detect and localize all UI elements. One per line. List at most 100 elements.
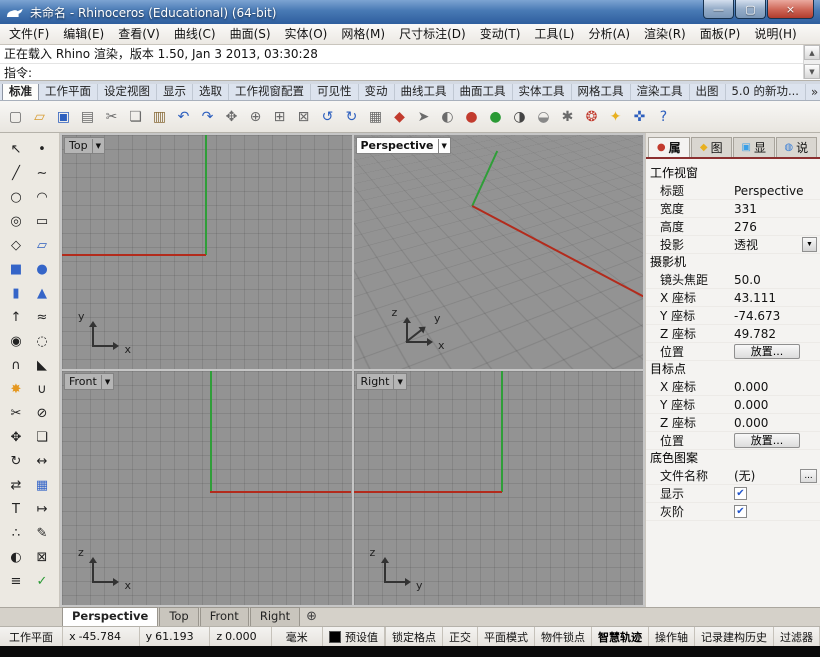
tabbar-overflow-chevron[interactable]: »	[806, 84, 820, 100]
viewport-front-label[interactable]: Front ▼	[64, 373, 114, 390]
panel-tab-display[interactable]: ▣ 显	[733, 137, 775, 157]
viewport-right[interactable]: Right ▼ z y	[354, 371, 644, 605]
viewport-top[interactable]: Top ▼ y x	[62, 135, 352, 369]
toolbar-icon-new-file[interactable]: ▢	[4, 105, 27, 128]
toolbar-icon-print[interactable]: ▤	[76, 105, 99, 128]
scroll-up-icon[interactable]: ▲	[804, 45, 820, 60]
toolbar-icon-layer-color[interactable]: ❂	[580, 105, 603, 128]
panel-tab-properties[interactable]: ● 属	[648, 137, 690, 157]
viewport-right-label[interactable]: Right ▼	[356, 373, 407, 390]
tool-icon-curve[interactable]: ∼	[30, 162, 54, 184]
toolbar-icon-gumball[interactable]: ✜	[628, 105, 651, 128]
toolbar-tab-display[interactable]: 显示	[157, 84, 193, 100]
toolbar-icon-render-preview[interactable]: ●	[484, 105, 507, 128]
tool-icon-rectangle[interactable]: ▭	[30, 210, 54, 232]
tool-icon-polyline[interactable]: ╱	[4, 162, 28, 184]
tool-icon-join[interactable]: ∪	[30, 378, 54, 400]
tool-icon-boolean-difference[interactable]: ◌	[30, 330, 54, 352]
target-place-button[interactable]: 放置...	[734, 433, 800, 448]
menu-item-transform[interactable]: 变动(T)	[473, 25, 528, 44]
tool-icon-mirror[interactable]: ⇄	[4, 474, 28, 496]
command-scrollbar[interactable]: ▲ ▼	[803, 45, 820, 79]
toolbar-icon-render[interactable]: ●	[460, 105, 483, 128]
toolbar-tab-visibility[interactable]: 可见性	[311, 84, 359, 100]
toolbar-icon-pan[interactable]: ✥	[220, 105, 243, 128]
toolbar-tab-curve-tools[interactable]: 曲线工具	[395, 84, 454, 100]
menu-item-edit[interactable]: 编辑(E)	[56, 25, 111, 44]
menu-item-panels[interactable]: 面板(P)	[693, 25, 748, 44]
tool-icon-box[interactable]: ■	[4, 258, 28, 280]
toolbar-tab-drafting[interactable]: 出图	[690, 84, 726, 100]
viewport-tab-top[interactable]: Top	[159, 607, 198, 626]
toolbar-tab-cplanes[interactable]: 工作平面	[39, 84, 98, 100]
tool-icon-chamfer[interactable]: ◣	[30, 354, 54, 376]
toolbar-icon-help[interactable]: ?	[652, 105, 675, 128]
viewport-top-label[interactable]: Top ▼	[64, 137, 105, 154]
tool-icon-boolean-union[interactable]: ◉	[4, 330, 28, 352]
chevron-down-icon[interactable]: ▼	[438, 139, 450, 153]
toolbar-tab-solid-tools[interactable]: 实体工具	[513, 84, 572, 100]
toolbar-icon-zoom-window[interactable]: ⊞	[268, 105, 291, 128]
toolbar-icon-paste[interactable]: ▥	[148, 105, 171, 128]
toolbar-icon-explode[interactable]: ✦	[604, 105, 627, 128]
tool-icon-fillet[interactable]: ∩	[4, 354, 28, 376]
toolbar-icon-cut[interactable]: ✂	[100, 105, 123, 128]
close-button[interactable]: ×	[767, 0, 814, 19]
chevron-down-icon[interactable]: ▼	[393, 375, 405, 389]
menu-item-surface[interactable]: 曲面(S)	[223, 25, 278, 44]
toolbar-icon-open-file[interactable]: ▱	[28, 105, 51, 128]
tool-icon-curve-edit[interactable]: ✎	[30, 522, 54, 544]
statusbar-toggle-osnap[interactable]: 物件锁点	[535, 627, 592, 646]
toolbar-icon-delete[interactable]: ◆	[388, 105, 411, 128]
wallpaper-browse-button[interactable]: ...	[800, 469, 817, 483]
tool-icon-circle[interactable]: ○	[4, 186, 28, 208]
projection-dropdown-button[interactable]: ▼	[802, 237, 817, 252]
statusbar-toggle-gumball[interactable]: 操作轴	[649, 627, 695, 646]
menu-item-help[interactable]: 说明(H)	[747, 25, 803, 44]
minimize-button[interactable]: —	[703, 0, 734, 19]
viewport-front[interactable]: Front ▼ z x	[62, 371, 352, 605]
toolbar-icon-zoom-dynamic[interactable]: ⊕	[244, 105, 267, 128]
tool-icon-visibility[interactable]: ◐	[4, 546, 28, 568]
grayscale-checkbox[interactable]: ✔	[734, 505, 747, 518]
units-button[interactable]: 毫米	[272, 627, 324, 646]
tool-icon-array[interactable]: ▦	[30, 474, 54, 496]
toolbar-tab-transform[interactable]: 变动	[359, 84, 395, 100]
new-viewport-button[interactable]: ⊕	[306, 608, 317, 626]
toolbar-tab-surface-tools[interactable]: 曲面工具	[454, 84, 513, 100]
tool-icon-copy[interactable]: ❏	[30, 426, 54, 448]
tool-icon-ellipse[interactable]: ◎	[4, 210, 28, 232]
viewport-tab-right[interactable]: Right	[250, 607, 300, 626]
tool-icon-arc[interactable]: ◠	[30, 186, 54, 208]
menu-item-render[interactable]: 渲染(R)	[637, 25, 693, 44]
toolbar-icon-shaded-viewport[interactable]: ◑	[508, 105, 531, 128]
toolbar-icon-save[interactable]: ▣	[52, 105, 75, 128]
tool-icon-loft[interactable]: ≈	[30, 306, 54, 328]
toolbar-tab-viewport-layout[interactable]: 工作视窗配置	[229, 84, 311, 100]
toolbar-icon-ghosted-viewport[interactable]: ◒	[532, 105, 555, 128]
tool-icon-select-cursor[interactable]: ↖	[4, 138, 28, 160]
toolbar-tab-new-in-v5[interactable]: 5.0 的新功...	[726, 84, 806, 100]
toolbar-tab-select[interactable]: 选取	[193, 84, 229, 100]
chevron-down-icon[interactable]: ▼	[92, 139, 104, 153]
current-layer-button[interactable]: 预设值	[323, 627, 385, 646]
toolbar-tab-render-tools[interactable]: 渲染工具	[631, 84, 690, 100]
viewport-tab-front[interactable]: Front	[200, 607, 249, 626]
tool-icon-scale[interactable]: ↔	[30, 450, 54, 472]
tool-icon-extrude[interactable]: ↑	[4, 306, 28, 328]
tool-icon-sphere[interactable]: ●	[30, 258, 54, 280]
viewport-tab-perspective[interactable]: Perspective	[62, 607, 158, 626]
statusbar-toggle-record-history[interactable]: 记录建构历史	[695, 627, 774, 646]
toolbar-icon-undo[interactable]: ↶	[172, 105, 195, 128]
menu-item-view[interactable]: 查看(V)	[111, 25, 167, 44]
toolbar-tab-set-view[interactable]: 设定视图	[98, 84, 157, 100]
toolbar-icon-redo-view-change[interactable]: ↻	[340, 105, 363, 128]
tool-icon-move[interactable]: ✥	[4, 426, 28, 448]
tool-icon-surface[interactable]: ▱	[30, 234, 54, 256]
panel-tab-layers[interactable]: ◆ 图	[691, 137, 733, 157]
tool-icon-split[interactable]: ⊘	[30, 402, 54, 424]
toolbar-tab-standard[interactable]: 标准	[2, 84, 39, 100]
toolbar-icon-move[interactable]: ➤	[412, 105, 435, 128]
menu-item-mesh[interactable]: 网格(M)	[334, 25, 392, 44]
tool-icon-cone[interactable]: ▲	[30, 282, 54, 304]
